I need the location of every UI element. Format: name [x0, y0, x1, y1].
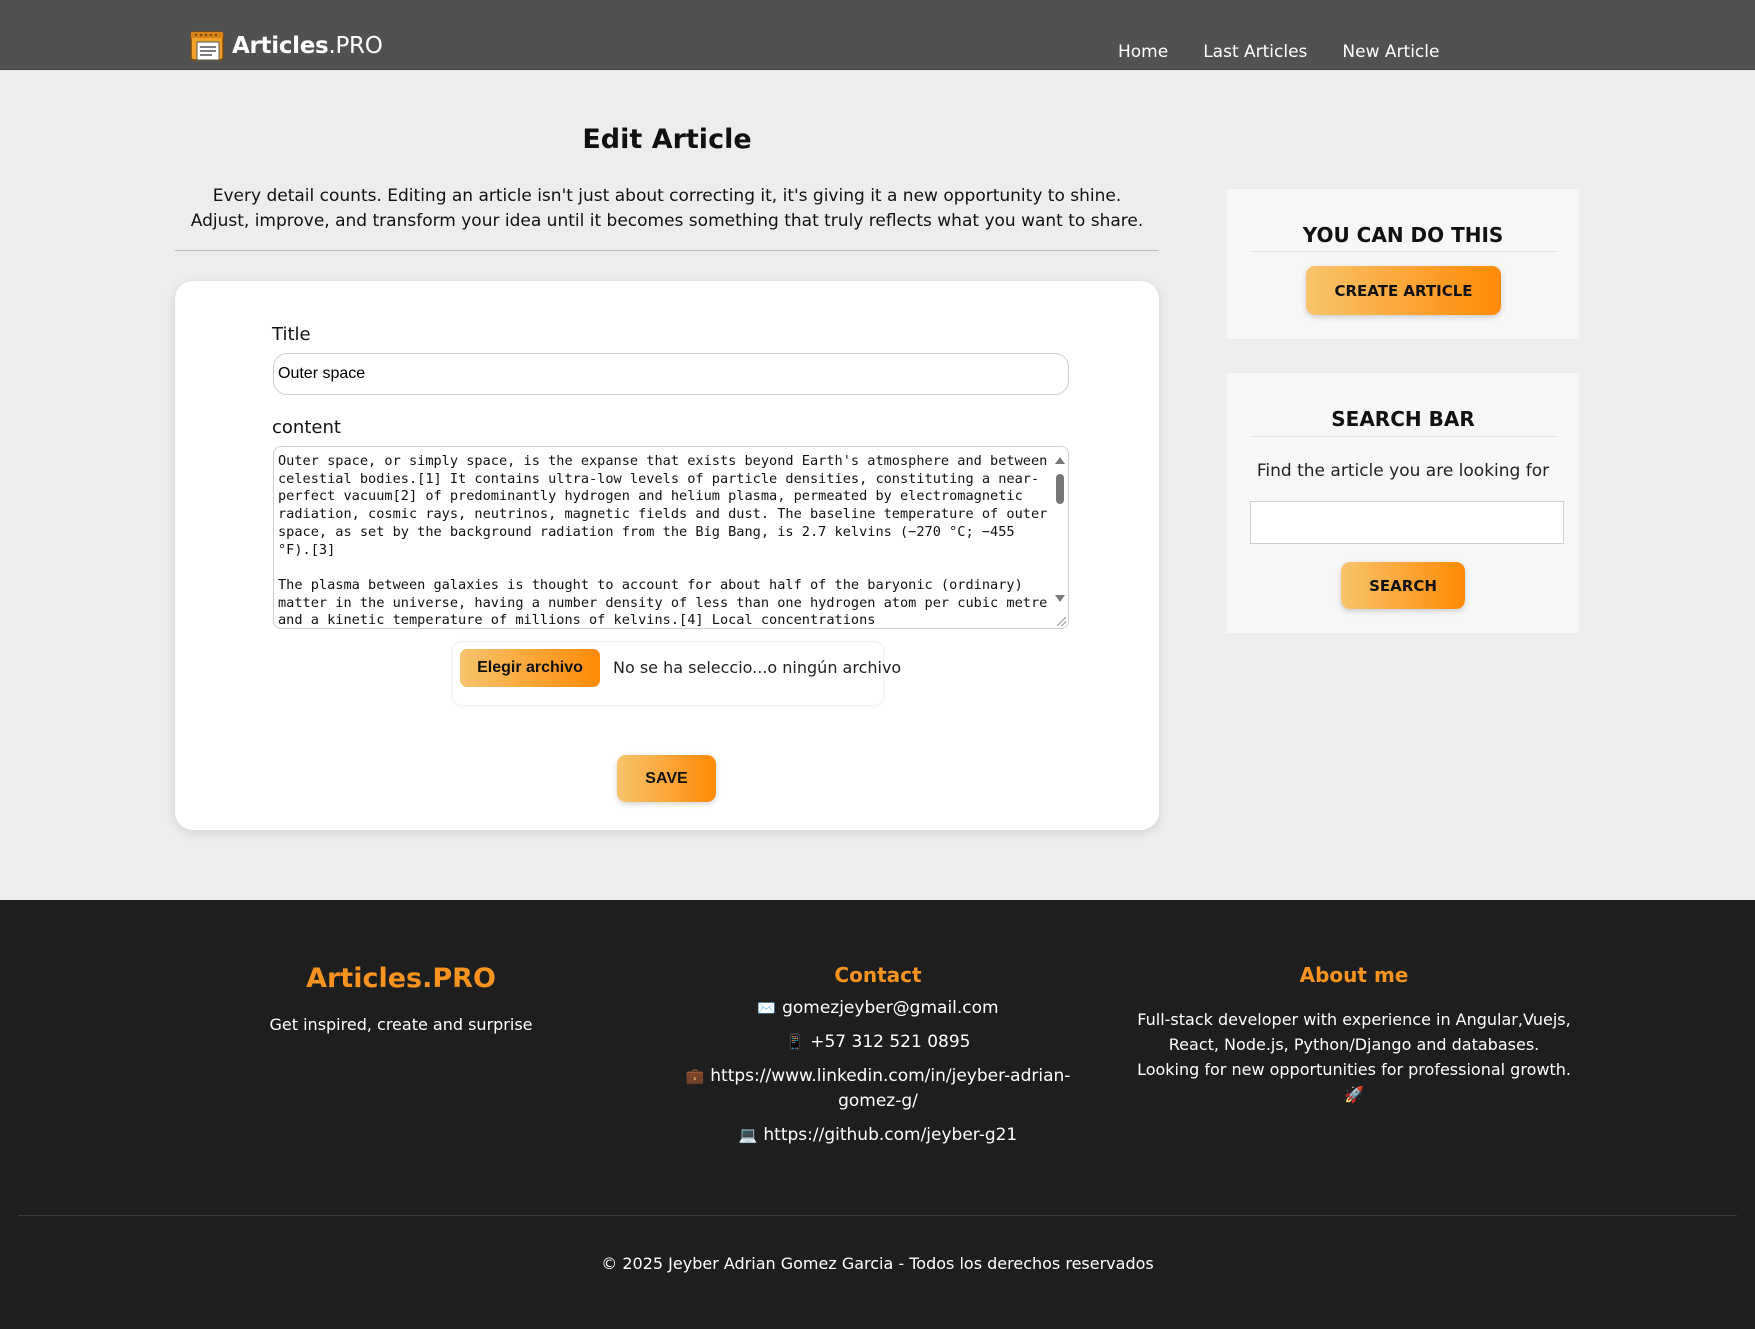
edit-article-form: Title content Outer space, or simply spa… [175, 281, 1159, 830]
contact-heading: Contact [834, 963, 922, 987]
search-button[interactable]: SEARCH [1341, 562, 1465, 609]
newspaper-icon [190, 31, 224, 61]
footer-about-column: About me Full-stack developer with exper… [1126, 963, 1582, 1107]
search-input[interactable] [1250, 501, 1564, 544]
contact-linkedin[interactable]: 💼 https://www.linkedin.com/in/jeyber-adri… [668, 1064, 1088, 1114]
panel-heading: YOU CAN DO THIS [1302, 223, 1504, 247]
about-heading: About me [1299, 963, 1409, 987]
file-status-text: No se ha seleccio...o ningún archivo [613, 658, 902, 677]
briefcase-icon: 💼 [685, 1067, 705, 1085]
title-input[interactable] [273, 353, 1069, 395]
copyright-text: © 2025 Jeyber Adrian Gomez Garcia - Todo… [601, 1254, 1154, 1273]
scroll-up-arrow-icon[interactable] [1055, 457, 1065, 464]
nav-link-last-articles[interactable]: Last Articles [1203, 42, 1307, 62]
title-label: Title [272, 324, 311, 345]
content-text[interactable]: Outer space, or simply space, is the exp… [278, 453, 1048, 628]
footer-contact-column: Contact ✉️ gomezjeyber@gmail.com 📱 +57 312… [668, 963, 1088, 1148]
footer-tagline: Get inspired, create and surprise [269, 1015, 533, 1034]
top-navbar: Articles.PRO Home Last Articles New Arti… [0, 0, 1755, 70]
laptop-icon: 💻 [738, 1126, 758, 1144]
page-title: Edit Article [582, 124, 752, 155]
create-article-panel: YOU CAN DO THIS CREATE ARTICLE [1227, 189, 1579, 339]
content-scrollbar[interactable] [1052, 447, 1068, 628]
scroll-down-arrow-icon[interactable] [1055, 595, 1065, 602]
content-label: content [272, 417, 341, 438]
search-prompt: Find the article you are looking for [1256, 461, 1550, 481]
divider [175, 250, 1159, 251]
footer: Articles.PRO Get inspired, create and su… [0, 900, 1755, 1329]
file-upload: Elegir archivo No se ha seleccio...o nin… [452, 641, 901, 706]
save-button[interactable]: SAVE [617, 755, 716, 802]
footer-brand: Articles.PRO [306, 963, 496, 994]
nav-link-new-article[interactable]: New Article [1342, 42, 1439, 62]
brand-name: Articles.PRO [232, 33, 383, 59]
scroll-thumb[interactable] [1056, 474, 1064, 504]
page-intro: Every detail counts. Editing an article … [190, 186, 1144, 231]
contact-linkedin-link[interactable]: https://www.linkedin.com/in/jeyber-adria… [710, 1066, 1070, 1111]
search-panel: SEARCH BAR Find the article you are look… [1227, 373, 1579, 633]
create-article-button[interactable]: CREATE ARTICLE [1306, 266, 1501, 315]
contact-phone[interactable]: 📱 +57 312 521 0895 [668, 1030, 1088, 1055]
contact-phone-text[interactable]: +57 312 521 0895 [810, 1032, 970, 1052]
panel-heading: SEARCH BAR [1331, 407, 1475, 431]
footer-divider [18, 1215, 1737, 1216]
main-nav: Home Last Articles New Article [1118, 42, 1439, 62]
panel-divider [1250, 251, 1556, 252]
brand-logo[interactable]: Articles.PRO [188, 28, 383, 64]
contact-email[interactable]: ✉️ gomezjeyber@gmail.com [668, 996, 1088, 1021]
choose-file-button[interactable]: Elegir archivo [460, 649, 600, 687]
contact-github[interactable]: 💻 https://github.com/jeyber-g21 [668, 1123, 1088, 1148]
contact-github-link[interactable]: https://github.com/jeyber-g21 [763, 1125, 1017, 1145]
footer-brand-column: Articles.PRO Get inspired, create and su… [227, 963, 575, 1034]
envelope-icon: ✉️ [757, 999, 777, 1017]
phone-icon: 📱 [785, 1033, 805, 1051]
resize-handle-icon[interactable] [1057, 617, 1066, 626]
nav-link-home[interactable]: Home [1118, 42, 1168, 62]
about-text: Full-stack developer with experience in … [1137, 1010, 1571, 1104]
panel-divider [1250, 436, 1556, 437]
contact-email-text[interactable]: gomezjeyber@gmail.com [782, 998, 999, 1018]
content-textarea[interactable]: Outer space, or simply space, is the exp… [273, 446, 1069, 629]
